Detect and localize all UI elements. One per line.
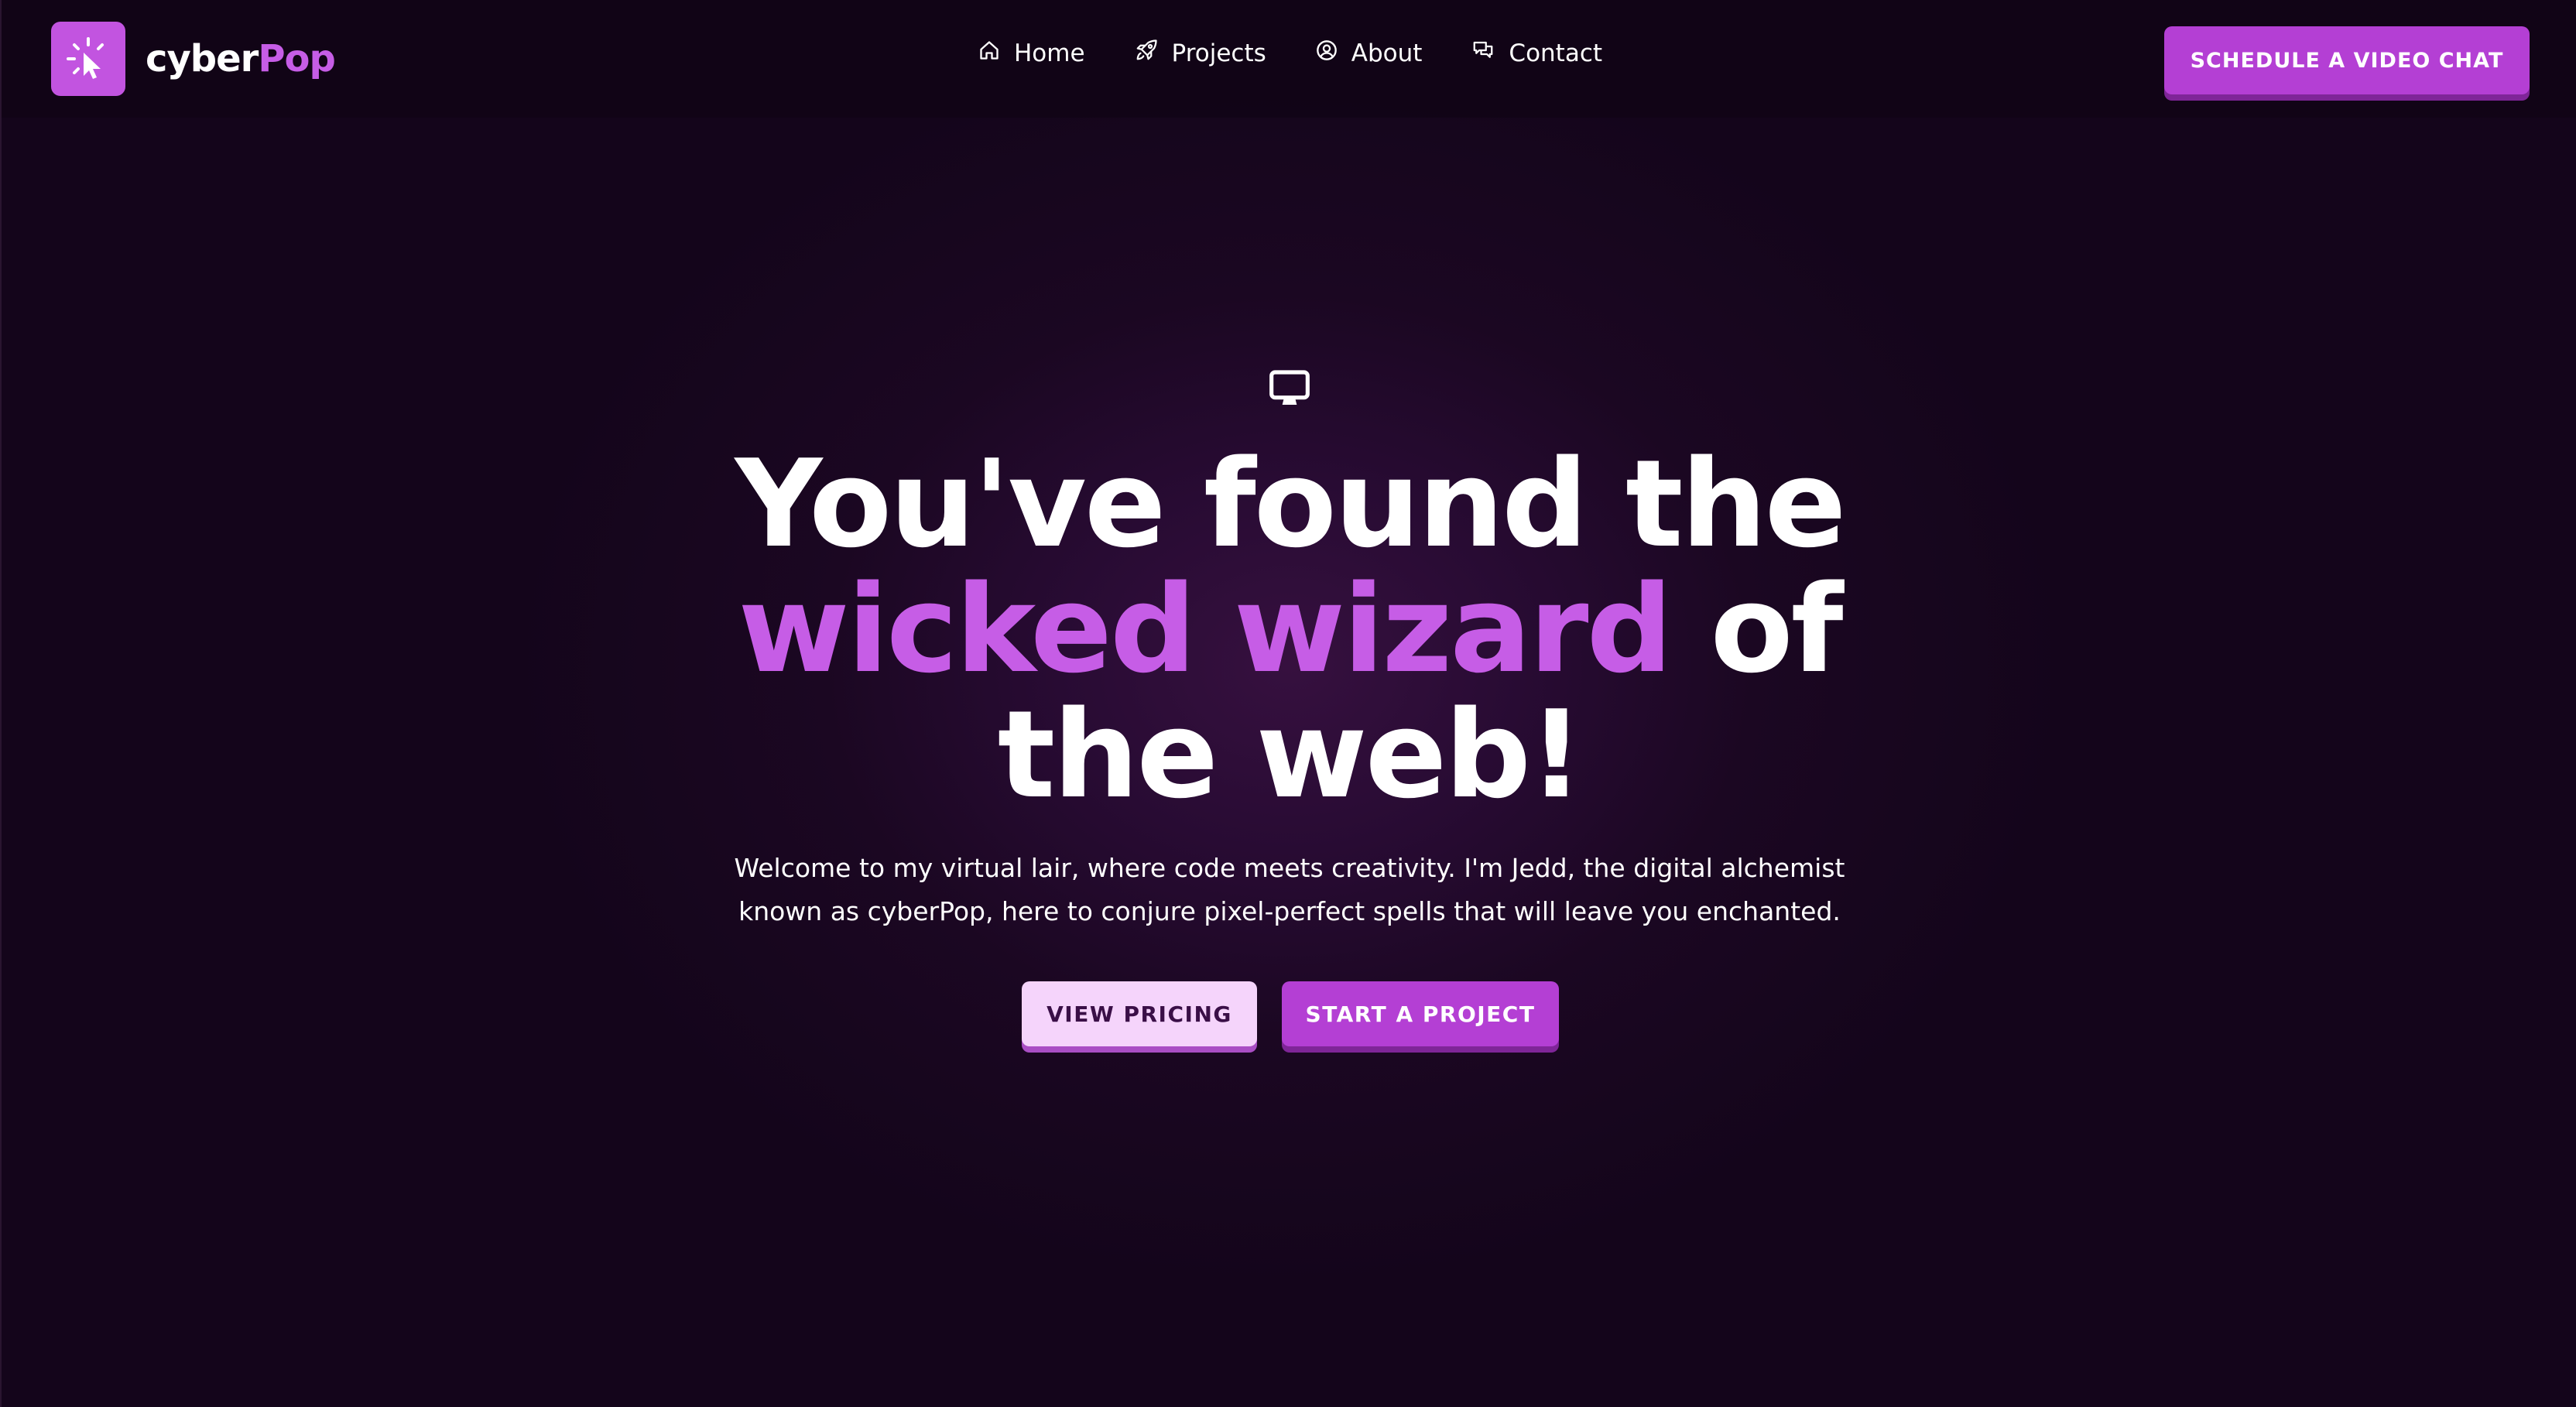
start-project-button[interactable]: START A PROJECT	[1282, 981, 1559, 1046]
page: cyberPop Home Projects About Contact SCH…	[0, 0, 2576, 1407]
hero-headline: You've found the wicked wizard of the we…	[516, 441, 2064, 817]
nav-item-label: Contact	[1509, 39, 1603, 67]
schedule-video-chat-button[interactable]: SCHEDULE A VIDEO CHAT	[2164, 26, 2530, 94]
rocket-icon	[1135, 39, 1172, 68]
main-menu: Home Projects About Contact	[978, 39, 1602, 68]
hero-button-group: VIEW PRICING START A PROJECT	[1022, 981, 1559, 1046]
user-circle-icon	[1316, 39, 1351, 67]
headline-line1: You've found the	[735, 433, 1846, 574]
brand-name-part2: Pop	[258, 37, 336, 80]
brand-name: cyberPop	[146, 37, 336, 80]
nav-item-label: Home	[1014, 39, 1085, 67]
brand-name-part1: cyber	[146, 37, 259, 80]
cursor-click-icon	[51, 22, 125, 96]
nav-item-label: Projects	[1171, 39, 1266, 67]
headline-line3: the web!	[997, 684, 1584, 825]
hero-subtext: Welcome to my virtual lair, where code m…	[670, 847, 1909, 933]
brand-logo-link[interactable]: cyberPop	[51, 22, 336, 96]
hero-subtext-line1: Welcome to my virtual lair, where code m…	[734, 853, 1845, 883]
nav-item-about[interactable]: About	[1316, 39, 1423, 67]
home-icon	[978, 39, 1014, 67]
top-navbar: cyberPop Home Projects About Contact SCH…	[2, 0, 2576, 118]
nav-item-contact[interactable]: Contact	[1471, 39, 1602, 68]
monitor-icon	[1268, 367, 1311, 413]
nav-item-label: About	[1351, 39, 1423, 67]
chat-icon	[1471, 39, 1509, 68]
headline-line2-end: of	[1710, 559, 1843, 700]
view-pricing-button[interactable]: VIEW PRICING	[1022, 981, 1257, 1046]
nav-item-home[interactable]: Home	[978, 39, 1085, 67]
hero-subtext-line2: known as cyberPop, here to conjure pixel…	[738, 896, 1841, 926]
headline-highlight: wicked wizard	[738, 559, 1673, 700]
nav-item-projects[interactable]: Projects	[1135, 39, 1266, 68]
